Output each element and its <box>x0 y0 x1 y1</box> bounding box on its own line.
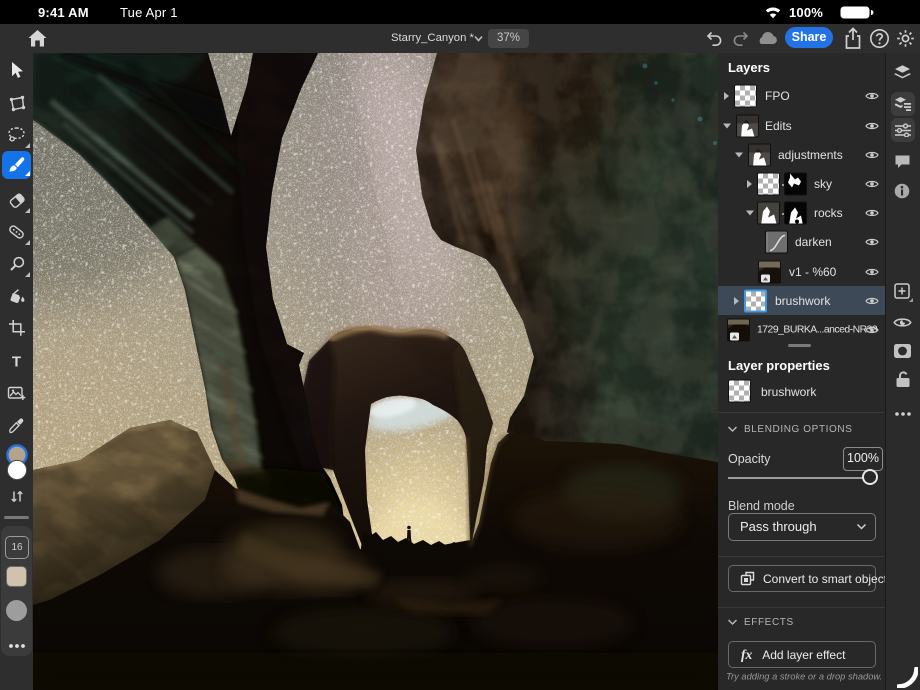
svg-text:T: T <box>12 354 21 370</box>
